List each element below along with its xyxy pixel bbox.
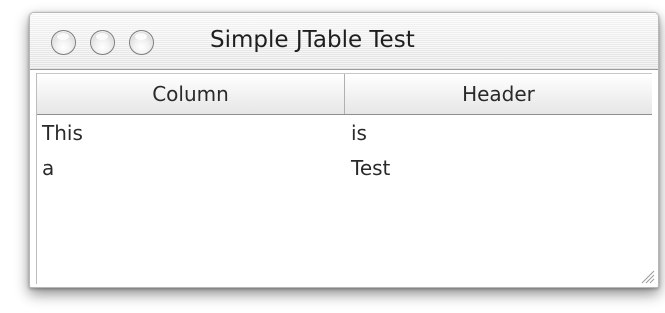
column-header[interactable]: Column	[37, 74, 344, 114]
table-cell[interactable]: This	[37, 116, 343, 151]
app-window: Simple JTable Test Column Header This is…	[29, 12, 659, 288]
column-header[interactable]: Header	[344, 74, 652, 114]
close-window-button[interactable]	[51, 30, 76, 55]
table-cell[interactable]: a	[37, 151, 343, 186]
window-title: Simple JTable Test	[210, 27, 415, 53]
table-cell[interactable]: Test	[343, 151, 652, 186]
minimize-window-button[interactable]	[90, 30, 115, 55]
table-header: Column Header	[37, 73, 652, 115]
title-bar[interactable]: Simple JTable Test	[30, 13, 658, 70]
resize-grip-icon[interactable]	[639, 268, 655, 284]
zoom-window-button[interactable]	[129, 30, 154, 55]
table-row[interactable]: a Test	[37, 151, 652, 186]
table-cell[interactable]: is	[343, 116, 652, 151]
table-row[interactable]: This is	[37, 116, 652, 151]
data-table: Column Header This is a Test	[36, 73, 652, 284]
